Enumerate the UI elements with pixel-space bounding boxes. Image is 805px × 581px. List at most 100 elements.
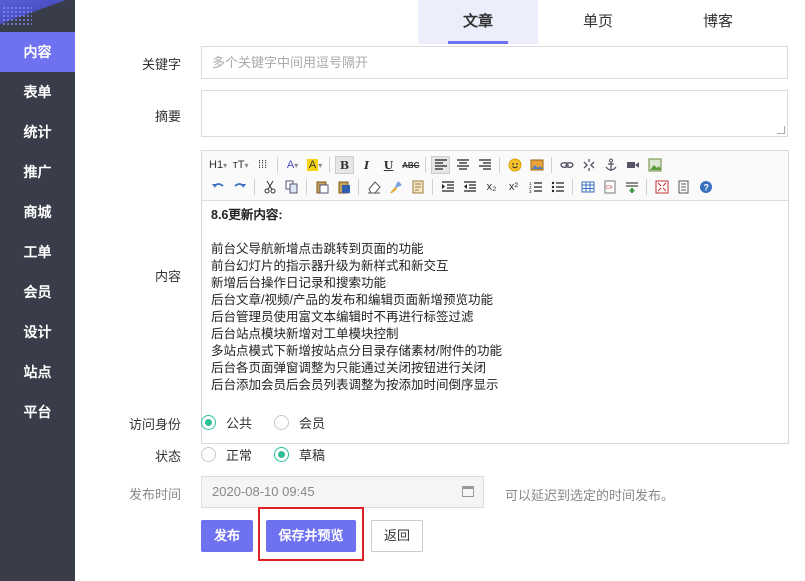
cut-icon[interactable] [260,178,279,196]
svg-text:3: 3 [529,189,532,194]
editor-line: 后台添加会员后会员列表调整为按添加时间倒序显示 [211,378,499,392]
strikethrough-button[interactable]: ABC [401,156,420,174]
link-icon[interactable] [557,156,576,174]
status-radio-group: 正常 草稿 [201,445,347,464]
radio-normal[interactable] [201,447,216,462]
align-center-icon[interactable] [453,156,472,174]
keywords-label: 关键字 [141,57,181,72]
font-color-button[interactable]: A ▾ [283,156,302,174]
radio-draft[interactable] [274,447,290,462]
subscript-button[interactable]: x₂ [482,178,501,196]
sidebar-item-promotion[interactable]: 推广 [0,152,75,192]
align-right-icon[interactable] [475,156,494,174]
sidebar-item-tickets[interactable]: 工单 [0,232,75,272]
redo-icon[interactable] [230,178,249,196]
editor-line: 多站点模式下新增按站点分目录存储素材/附件的功能 [211,344,502,358]
template-icon[interactable] [408,178,427,196]
calendar-icon[interactable] [462,486,474,497]
separator [646,179,647,195]
sidebar-item-forms[interactable]: 表单 [0,72,75,112]
separator [432,179,433,195]
line-height-icon[interactable]: ⁞⁞⁞ [253,156,272,174]
rich-text-editor: H1 ▾ тT ▾ ⁞⁞⁞ A ▾ A ▾ B I U ABC x₂ x² 1 … [201,150,789,444]
svg-text:?: ? [703,183,709,193]
unlink-icon[interactable] [579,156,598,174]
emoji-icon[interactable] [505,156,524,174]
code-icon[interactable]: C# [600,178,619,196]
paste-icon[interactable] [312,178,331,196]
tab-blog[interactable]: 博客 [658,0,778,44]
article-form: 关键字 多个关键字中间用逗号隔开 摘要 内容 H1 ▾ тT ▾ ⁞⁞⁞ A ▾ A ▾… [75,44,805,581]
keywords-input[interactable]: 多个关键字中间用逗号隔开 [201,46,788,79]
copy-icon[interactable] [282,178,301,196]
separator [499,157,501,173]
highlight-box [258,507,364,561]
video-icon[interactable] [623,156,642,174]
table-icon[interactable] [578,178,597,196]
resize-handle-icon[interactable] [777,126,785,134]
publish-time-input[interactable]: 2020-08-10 09:45 [201,476,484,508]
editor-line: 新增后台操作日记录和搜索功能 [211,276,387,290]
editor-heading: 8.6更新内容: [211,208,283,222]
sidebar: 内容 表单 统计 推广 商城 工单 会员 设计 站点 平台 [0,0,75,581]
publish-button[interactable]: 发布 [201,520,253,552]
publish-time-label: 发布时间 [128,487,181,502]
superscript-button[interactable]: x² [504,178,523,196]
radio-public[interactable] [201,415,216,430]
insert-row-icon[interactable] [622,178,641,196]
help-icon[interactable]: ? [696,178,715,196]
separator [358,179,359,195]
ordered-list-icon[interactable]: 123 [526,178,545,196]
radio-member[interactable] [274,415,290,430]
back-button[interactable]: 返回 [371,520,423,552]
sidebar-item-members[interactable]: 会员 [0,272,75,312]
font-size-dropdown[interactable]: тT ▾ [231,156,250,174]
radio-public-label[interactable]: 公共 [226,413,252,432]
separator [329,157,331,173]
tab-single-page[interactable]: 单页 [538,0,658,44]
sidebar-item-shop[interactable]: 商城 [0,192,75,232]
image-insert-icon[interactable] [527,156,546,174]
editor-line: 后台站点模块新增对工单模块控制 [211,327,399,341]
sidebar-item-stats[interactable]: 统计 [0,112,75,152]
radio-normal-label[interactable]: 正常 [226,445,252,464]
brush-icon[interactable] [386,178,405,196]
tab-article[interactable]: 文章 [418,0,538,44]
paste-word-icon[interactable] [334,178,353,196]
summary-textarea[interactable] [201,90,788,137]
underline-button[interactable]: U [379,156,398,174]
content-label: 内容 [154,269,181,284]
editor-line: 前台父导航新增点击跳转到页面的功能 [211,242,424,256]
top-tabs: 文章 单页 博客 [75,0,805,44]
editor-line: 后台管理员使用富文本编辑时不再进行标签过滤 [211,310,474,324]
separator [572,179,573,195]
separator [425,157,427,173]
unordered-list-icon[interactable] [548,178,567,196]
editor-content[interactable]: 8.6更新内容: 前台父导航新增点击跳转到页面的功能 前台幻灯片的指示器升级为新… [202,201,788,443]
italic-button[interactable]: I [357,156,376,174]
svg-text:C#: C# [606,185,613,191]
bold-button[interactable]: B [335,156,355,174]
sidebar-item-design[interactable]: 设计 [0,312,75,352]
bg-color-button[interactable]: A ▾ [305,156,324,174]
radio-draft-label[interactable]: 草稿 [299,445,325,464]
logo [0,0,75,32]
separator [551,157,553,173]
editor-toolbar: H1 ▾ тT ▾ ⁞⁞⁞ A ▾ A ▾ B I U ABC x₂ x² 1 … [202,151,788,201]
sidebar-item-sites[interactable]: 站点 [0,352,75,392]
summary-label: 摘要 [154,109,181,124]
heading-dropdown[interactable]: H1 ▾ [208,156,228,174]
gallery-icon[interactable] [645,156,664,174]
sidebar-item-content[interactable]: 内容 [0,32,75,72]
radio-member-label[interactable]: 会员 [299,413,325,432]
indent-icon[interactable] [438,178,457,196]
outdent-icon[interactable] [460,178,479,196]
anchor-icon[interactable] [601,156,620,174]
eraser-icon[interactable] [364,178,383,196]
source-icon[interactable] [674,178,693,196]
fullscreen-icon[interactable] [652,178,671,196]
align-left-icon[interactable] [431,156,451,174]
undo-icon[interactable] [208,178,227,196]
sidebar-item-platform[interactable]: 平台 [0,392,75,432]
editor-line: 前台幻灯片的指示器升级为新样式和新交互 [211,259,449,273]
